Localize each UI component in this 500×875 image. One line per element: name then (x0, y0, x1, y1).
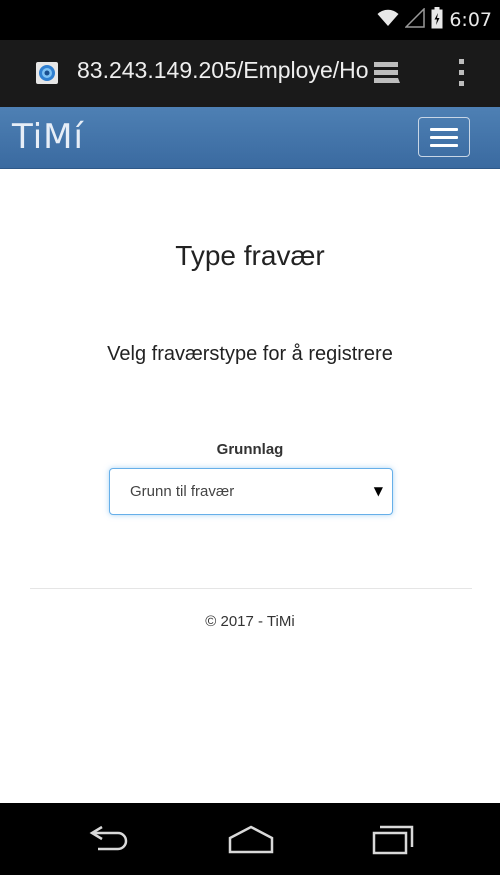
address-bar-url[interactable]: 83.243.149.205/Employe/Ho (77, 57, 369, 84)
favicon-icon (36, 62, 58, 84)
page-subtitle: Velg fraværstype for å registrere (107, 343, 393, 365)
navbar-toggle-button[interactable] (418, 117, 470, 157)
status-bar: 6:07 (0, 0, 500, 40)
tabs-icon[interactable] (374, 62, 400, 88)
page-title: Type fravær (175, 240, 325, 271)
app-header: TiMí (0, 107, 500, 169)
footer-divider (30, 588, 472, 589)
signal-icon (404, 7, 426, 32)
status-time: 6:07 (449, 9, 492, 31)
absence-reason-select[interactable]: Grunn til fravær ▼ (109, 468, 393, 515)
status-icons: 6:07 (377, 6, 492, 34)
dropdown-arrow-icon: ▼ (373, 484, 383, 498)
select-value: Grunn til fravær (130, 483, 235, 500)
browser-bar: 83.243.149.205/Employe/Ho (0, 40, 500, 107)
battery-icon (431, 7, 443, 33)
footer-copyright: © 2017 - TiMi (205, 613, 295, 630)
home-icon[interactable] (226, 821, 276, 857)
recents-icon[interactable] (370, 821, 420, 857)
back-icon[interactable] (84, 821, 134, 857)
brand-logo[interactable]: TiMí (12, 117, 84, 157)
system-nav-bar (0, 803, 500, 875)
grunnlag-label: Grunnlag (216, 441, 284, 458)
hamburger-icon (430, 127, 458, 131)
wifi-icon (377, 9, 399, 31)
overflow-menu-icon[interactable] (456, 59, 466, 89)
